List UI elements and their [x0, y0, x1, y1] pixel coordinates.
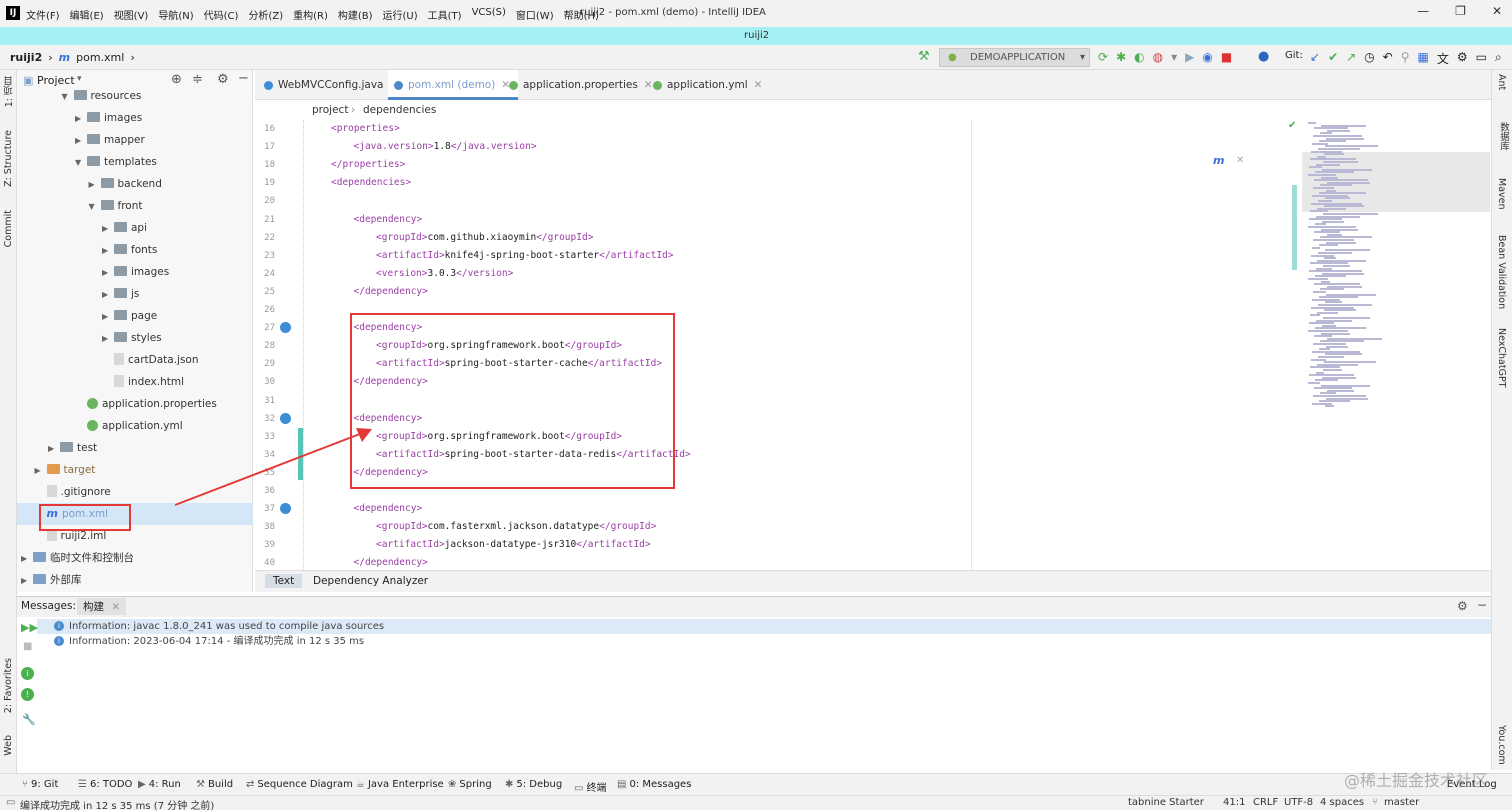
message-text: Information: javac 1.8.0_241 was used to…: [69, 621, 385, 632]
indent-setting[interactable]: 4 spaces: [1320, 797, 1364, 808]
warning-filter-icon[interactable]: !: [21, 688, 34, 701]
tool-window-label: Java Enterprise: [367, 779, 444, 790]
tool-window-label: Sequence Diagram: [257, 779, 353, 790]
tool-window-icon: ▭: [574, 783, 584, 794]
tool-window-label: Spring: [459, 779, 492, 790]
highlight-box-pomxml: [39, 504, 131, 531]
tool-window-label: 6: TODO: [89, 779, 133, 790]
line-separator[interactable]: CRLF: [1253, 797, 1278, 808]
tool-window-label: 5: Debug: [516, 779, 563, 790]
tool-window-icon: ⚒: [196, 779, 205, 790]
status-icon: ▭: [6, 797, 16, 808]
tool-window-icon: ⑂: [22, 779, 28, 790]
tool-window-button[interactable]: ▤ 0: Messages: [617, 779, 691, 790]
messages-title: Messages:: [21, 600, 77, 612]
tool-window-label: 4: Run: [148, 779, 181, 790]
ant-tool-tab[interactable]: Ant: [1496, 74, 1507, 90]
tabnine-status[interactable]: tabnine Starter: [1128, 797, 1204, 808]
info-icon: i: [54, 621, 64, 631]
tool-window-label: 9: Git: [31, 779, 59, 790]
message-text: Information: 2023-06-04 17:14 - 编译成功完成 i…: [69, 636, 365, 647]
rerun-build-icon[interactable]: ▶▶: [21, 621, 38, 634]
tool-window-button[interactable]: ▶ 4: Run: [138, 779, 181, 790]
tool-window-button[interactable]: ❀ Spring: [448, 779, 492, 790]
tool-window-icon: ✱: [505, 779, 514, 790]
tool-window-icon: ▶: [138, 779, 146, 790]
tool-window-icon: ☰: [78, 779, 87, 790]
wrench-icon[interactable]: 🔧: [22, 713, 36, 726]
tool-window-icon: ⇄: [246, 779, 255, 790]
tool-window-icon: ❀: [448, 779, 457, 790]
tool-window-button[interactable]: ⑂ 9: Git: [22, 779, 58, 790]
message-row[interactable]: i Information: javac 1.8.0_241 was used t…: [17, 619, 384, 634]
tool-window-icon: ☕: [356, 779, 365, 790]
git-branch[interactable]: master: [1384, 797, 1419, 808]
info-icon: i: [54, 636, 64, 646]
tool-window-button[interactable]: ☰ 6: TODO: [78, 779, 132, 790]
message-row[interactable]: i Information: 2023-06-04 17:14 - 编译成功完成 …: [17, 634, 364, 649]
watermark: @稀土掘金技术社区: [1343, 771, 1488, 790]
hide-panel-icon[interactable]: −: [1477, 598, 1487, 612]
tool-window-label: 0: Messages: [629, 779, 692, 790]
tool-window-button[interactable]: ☕ Java Enterprise: [356, 779, 444, 790]
right-tool-strip: Ant 数据库 Maven Bean Validation NexChatGPT…: [1491, 70, 1512, 770]
tool-window-bar: ⑂ 9: Git ☰ 6: TODO ▶ 4: Run ⚒ Build ⇄ Sequence Di…: [0, 773, 1512, 795]
bean-validation-tool-tab[interactable]: Bean Validation: [1496, 235, 1507, 309]
maven-tool-tab[interactable]: Maven: [1496, 178, 1507, 210]
tool-window-label: Build: [207, 779, 234, 790]
messages-header: Messages: 构建 ✕ ⚙ −: [17, 597, 1491, 617]
tool-window-label: 终端: [586, 783, 607, 794]
close-icon[interactable]: ✕: [111, 601, 120, 613]
tool-window-icon: ▤: [617, 779, 627, 790]
stop-icon[interactable]: ■: [23, 641, 32, 652]
tool-window-button[interactable]: ⇄ Sequence Diagram: [246, 779, 353, 790]
gear-icon[interactable]: ⚙: [1457, 599, 1468, 613]
git-branch-icon: ⑂: [1372, 797, 1378, 808]
tool-window-button[interactable]: ✱ 5: Debug: [505, 779, 562, 790]
messages-panel: Messages: 构建 ✕ ⚙ − i Information: javac 1…: [17, 596, 1491, 770]
annotation-arrow-line: [174, 431, 366, 506]
database-tool-tab[interactable]: 数据库: [1496, 122, 1510, 151]
tab-build[interactable]: 构建 ✕: [77, 598, 127, 615]
tool-window-button[interactable]: ⚒ Build: [196, 779, 233, 790]
info-filter-icon[interactable]: i: [21, 667, 34, 680]
file-encoding[interactable]: UTF-8: [1284, 797, 1313, 808]
youcom-tool-tab[interactable]: You.com: [1496, 725, 1507, 765]
nexchatgpt-tool-tab[interactable]: NexChatGPT: [1496, 328, 1507, 388]
highlight-box-dependencies: [350, 313, 675, 489]
status-bar: ▭ 编译成功完成 in 12 s 35 ms (7 分钟 之前) tabnine…: [0, 795, 1512, 812]
caret-position[interactable]: 41:1: [1223, 797, 1245, 808]
tab-build-label: 构建: [83, 601, 104, 613]
tool-window-button[interactable]: ▭ 终端: [574, 779, 606, 794]
